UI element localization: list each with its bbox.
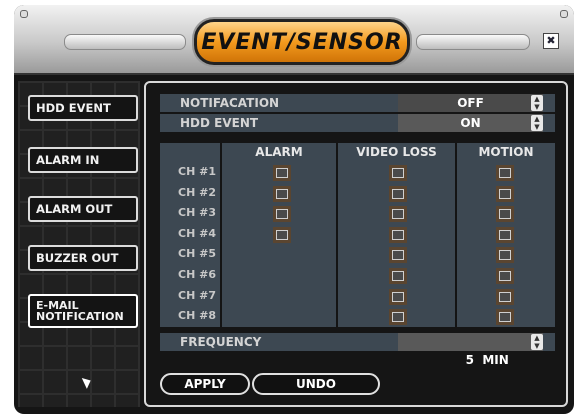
channel-checkbox[interactable] bbox=[276, 229, 288, 240]
channel-checkbox[interactable] bbox=[499, 209, 511, 220]
channel-checkbox[interactable] bbox=[392, 312, 404, 323]
hdd-event-row: HDD EVENT ON ▲ ▼ bbox=[160, 114, 555, 132]
channel-label: CH #7 bbox=[178, 288, 216, 302]
grid-divider bbox=[336, 143, 338, 327]
channel-label: CH #8 bbox=[178, 309, 216, 323]
column-header-motion: MOTION bbox=[478, 145, 534, 159]
notification-value-text: OFF bbox=[457, 96, 484, 110]
channel-checkbox[interactable] bbox=[499, 291, 511, 302]
notification-value[interactable]: OFF ▲ ▼ bbox=[398, 94, 543, 112]
frequency-label: FREQUENCY bbox=[180, 335, 262, 349]
sidebar-item-alarm-out[interactable]: ALARM OUT bbox=[28, 196, 138, 222]
up-down-spinner-icon[interactable]: ▲ ▼ bbox=[531, 95, 543, 111]
grid-divider bbox=[220, 143, 222, 327]
channel-checkbox[interactable] bbox=[499, 229, 511, 240]
channel-label: CH #1 bbox=[178, 165, 216, 178]
sidebar-item-hdd-event[interactable]: HDD EVENT bbox=[28, 95, 138, 121]
channel-checkbox[interactable] bbox=[276, 168, 288, 178]
frequency-value-text: 5 MIN bbox=[465, 353, 509, 367]
hdd-event-value-text: ON bbox=[460, 116, 481, 130]
sidebar-item-alarm-in[interactable]: ALARM IN bbox=[28, 147, 138, 173]
channel-checkbox[interactable] bbox=[392, 271, 404, 281]
corner-screw-icon bbox=[20, 10, 28, 18]
pointer-cursor-icon bbox=[81, 375, 94, 389]
apply-button[interactable]: APPLY bbox=[160, 373, 250, 395]
corner-screw-icon bbox=[560, 10, 568, 18]
channel-checkbox[interactable] bbox=[392, 291, 404, 302]
title-bar: EVENT/SENSOR ✖ bbox=[14, 5, 574, 75]
channel-label: CH #5 bbox=[178, 247, 216, 261]
frequency-row: FREQUENCY 5 MIN ▲ ▼ bbox=[160, 333, 555, 367]
channel-checkbox[interactable] bbox=[392, 188, 404, 199]
channel-checkbox[interactable] bbox=[499, 250, 511, 261]
channel-event-grid: ALARM VIDEO LOSS MOTION CH #1 CH #2 CH #3 C… bbox=[160, 143, 555, 327]
grid-divider bbox=[455, 143, 457, 327]
channel-checkbox[interactable] bbox=[276, 209, 288, 220]
channel-checkbox[interactable] bbox=[499, 312, 511, 323]
column-header-alarm: ALARM bbox=[255, 145, 303, 159]
settings-panel: NOTIFACATION OFF ▲ ▼ HDD EVENT ON ▲ ▼ ALAR… bbox=[144, 81, 568, 407]
channel-checkbox[interactable] bbox=[392, 209, 404, 220]
sidebar-item-buzzer-out[interactable]: BUZZER OUT bbox=[28, 245, 138, 271]
up-down-spinner-icon[interactable]: ▲ ▼ bbox=[531, 115, 543, 131]
window-title: EVENT/SENSOR bbox=[201, 29, 403, 55]
channel-label: CH #6 bbox=[178, 268, 216, 281]
channel-label: CH #4 bbox=[178, 226, 216, 240]
channel-label: CH #2 bbox=[178, 185, 216, 199]
channel-checkbox[interactable] bbox=[499, 188, 511, 199]
up-down-spinner-icon[interactable]: ▲ ▼ bbox=[531, 334, 543, 350]
channel-checkbox[interactable] bbox=[499, 271, 511, 281]
title-bar-ornament bbox=[64, 34, 186, 50]
channel-checkbox[interactable] bbox=[392, 250, 404, 261]
notification-row: NOTIFACATION OFF ▲ ▼ bbox=[160, 94, 555, 112]
undo-button[interactable]: UNDO bbox=[252, 373, 380, 395]
frequency-value[interactable]: 5 MIN ▲ ▼ bbox=[398, 333, 543, 367]
column-header-video-loss: VIDEO LOSS bbox=[356, 145, 437, 159]
hdd-event-label: HDD EVENT bbox=[180, 116, 259, 130]
channel-label: CH #3 bbox=[178, 206, 216, 220]
sidebar: HDD EVENT ALARM IN ALARM OUT BUZZER OUT … bbox=[18, 81, 140, 407]
channel-checkbox[interactable] bbox=[392, 168, 404, 178]
channel-checkbox[interactable] bbox=[276, 188, 288, 199]
event-sensor-window: EVENT/SENSOR ✖ HDD EVENT ALARM IN ALARM … bbox=[14, 5, 574, 414]
notification-label: NOTIFACATION bbox=[180, 96, 280, 110]
hdd-event-value[interactable]: ON ▲ ▼ bbox=[398, 114, 543, 132]
channel-checkbox[interactable] bbox=[392, 229, 404, 240]
window-title-badge: EVENT/SENSOR bbox=[194, 19, 410, 65]
sidebar-item-email-notification[interactable]: E-MAIL NOTIFICATION bbox=[28, 294, 138, 328]
title-bar-ornament bbox=[416, 34, 530, 50]
channel-checkbox[interactable] bbox=[499, 168, 511, 178]
close-button[interactable]: ✖ bbox=[543, 33, 559, 49]
